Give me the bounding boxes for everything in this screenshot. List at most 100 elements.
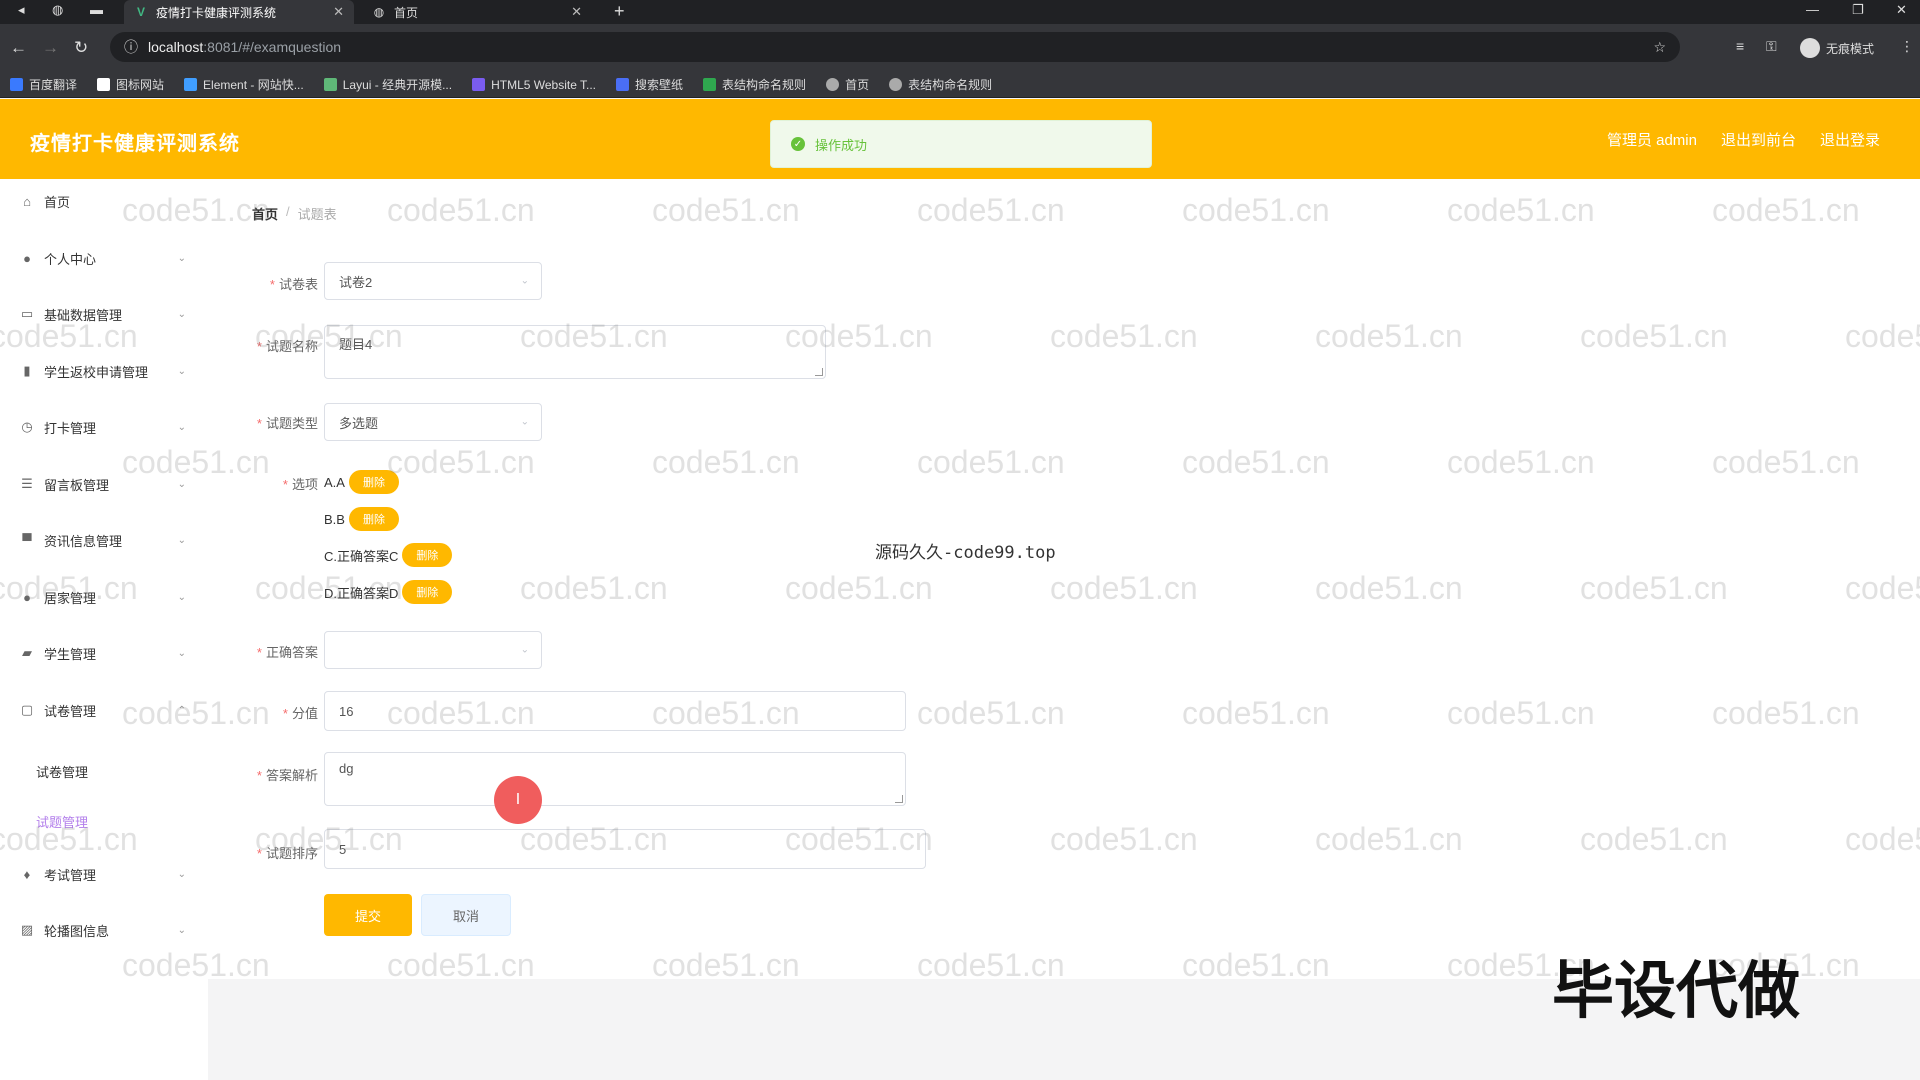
sidebar-item-papers[interactable]: ▢ 试卷管理 ⌃	[0, 688, 208, 732]
sidebar-item-return[interactable]: ▮ 学生返校申请管理 ⌄	[0, 349, 208, 393]
bookmark-item[interactable]: 百度翻译	[10, 76, 77, 93]
bookmark-label: 首页	[845, 78, 870, 92]
bookmark-item[interactable]: 表结构命名规则	[703, 76, 806, 93]
question-type-value: 多选题	[339, 415, 379, 431]
globe-icon[interactable]: ◍	[52, 2, 63, 18]
back-arrow-icon[interactable]: ←	[10, 38, 27, 58]
delete-option-button[interactable]: 删除	[402, 543, 453, 567]
bookmark-label: HTML5 Website T...	[491, 77, 597, 92]
globe-icon	[889, 78, 903, 91]
score-input[interactable]: 16	[324, 691, 906, 731]
chevron-down-icon: ⌄	[177, 868, 186, 880]
paper-select-value: 试卷2	[339, 274, 373, 290]
forward-arrow-icon[interactable]: →	[42, 38, 59, 58]
back-to-front-link[interactable]: 退出到前台	[1721, 129, 1796, 150]
sidebar-item-students[interactable]: ▰ 学生管理 ⌄	[0, 631, 208, 675]
admin-label: 管理员 admin	[1606, 132, 1697, 149]
option-row: A.A 删除	[324, 470, 399, 494]
close-window-icon[interactable]: ✕	[1896, 2, 1907, 18]
sort-input[interactable]: 5	[324, 829, 926, 869]
close-icon[interactable]: ✕	[571, 4, 582, 20]
html5-icon	[472, 78, 486, 91]
bookmark-label: 百度翻译	[29, 78, 78, 92]
reload-icon[interactable]: ↻	[74, 38, 88, 58]
paper-select[interactable]: 试卷2 ⌄	[324, 262, 542, 300]
breadcrumb-home[interactable]: 首页	[252, 204, 278, 223]
delete-option-button[interactable]: 删除	[348, 470, 399, 494]
vue-icon: V	[136, 5, 145, 19]
sidebar-item-messages[interactable]: ☰ 留言板管理 ⌄	[0, 462, 208, 506]
chevron-up-icon: ⌃	[177, 704, 186, 716]
option-text: A.A	[324, 474, 345, 490]
monitor-icon: ▀	[22, 532, 32, 548]
score-value: 16	[339, 703, 354, 719]
resize-handle[interactable]	[895, 795, 903, 803]
chevron-down-icon: ⌄	[177, 591, 186, 603]
submenu-paper-manage[interactable]: 试卷管理	[36, 762, 88, 781]
sidebar-item-label: 学生返校申请管理	[44, 364, 149, 380]
picture-icon: ▨	[20, 922, 34, 937]
sliders-icon: ☰	[21, 476, 33, 491]
tab-title: 疫情打卡健康评测系统	[156, 5, 277, 20]
close-icon[interactable]: ✕	[333, 4, 344, 20]
overlay-stamp: 毕设代做	[1552, 954, 1801, 1027]
layui-icon	[323, 78, 337, 91]
sidebar-item-basedata[interactable]: ▭ 基础数据管理 ⌄	[0, 292, 208, 336]
reading-list-icon[interactable]: ≡	[1736, 38, 1744, 54]
sidebar-item-label: 资讯信息管理	[44, 533, 123, 549]
chevron-down-icon: ⌄	[520, 644, 529, 656]
option-row: B.B 删除	[324, 507, 399, 531]
sidebar-item-label: 学生管理	[44, 646, 97, 662]
incognito-label: 无痕模式	[1826, 41, 1875, 56]
resize-handle[interactable]	[815, 368, 823, 376]
address-bar[interactable]: ⓘ localhost:8081/#/examquestion ☆	[110, 32, 1680, 62]
sidebar-item-exams[interactable]: ♦ 考试管理 ⌄	[0, 852, 208, 896]
bookmark-item[interactable]: Layui - 经典开源模...	[323, 76, 452, 93]
url-path: :8081/#/examquestion	[203, 39, 342, 55]
bookmark-label: Element - 网站快...	[203, 78, 304, 92]
bookmark-item[interactable]: 首页	[826, 76, 869, 93]
sidebar-item-checkin[interactable]: ◷ 打卡管理 ⌄	[0, 405, 208, 449]
sidebar-item-label: 考试管理	[44, 867, 97, 883]
bookmark-item[interactable]: 图标网站	[97, 76, 164, 93]
sidebar-item-home[interactable]: ⌂ 首页	[0, 179, 208, 223]
chevron-down-icon: ⌄	[520, 416, 529, 428]
tab-inactive[interactable]: ◍ 首页 ✕	[362, 0, 592, 24]
sidebar-item-label: 留言板管理	[44, 477, 110, 493]
back-media-icon[interactable]: ◂	[18, 2, 25, 18]
key-icon[interactable]: ⚿	[1766, 38, 1777, 55]
logout-link[interactable]: 退出登录	[1820, 129, 1880, 150]
app-title: 疫情打卡健康评测系统	[30, 133, 240, 155]
bookmark-item[interactable]: 搜索壁纸	[616, 76, 683, 93]
toast-message: 操作成功	[815, 137, 868, 153]
new-tab-button[interactable]: +	[614, 1, 625, 22]
sidebar-item-news[interactable]: ▀ 资讯信息管理 ⌄	[0, 518, 208, 562]
sidebar-item-home-stay[interactable]: ● 居家管理 ⌄	[0, 575, 208, 619]
restore-icon[interactable]: ❐	[1852, 2, 1864, 18]
sheet-icon	[703, 78, 717, 91]
star-icon[interactable]: ☆	[1653, 39, 1666, 56]
more-icon[interactable]: ⋮	[1900, 38, 1914, 55]
sidebar-item-carousel[interactable]: ▨ 轮播图信息 ⌄	[0, 908, 208, 952]
breadcrumb-separator: /	[286, 204, 290, 219]
correct-answer-select[interactable]: ⌄	[324, 631, 542, 669]
bookmark-item[interactable]: 表结构命名规则	[889, 76, 992, 93]
delete-option-button[interactable]: 删除	[402, 580, 453, 604]
person-icon: ●	[23, 589, 31, 605]
incognito-indicator[interactable]: 无痕模式	[1800, 38, 1874, 58]
minimize-icon[interactable]: —	[1806, 2, 1819, 17]
submenu-question-manage[interactable]: 试题管理	[36, 812, 88, 831]
bookmark-item[interactable]: HTML5 Website T...	[472, 78, 596, 92]
tab-active[interactable]: V 疫情打卡健康评测系统 ✕	[124, 0, 354, 24]
question-name-textarea[interactable]: 题目4	[324, 325, 826, 379]
question-name-value: 题目4	[339, 337, 373, 352]
delete-option-button[interactable]: 删除	[348, 507, 399, 531]
cancel-button[interactable]: 取消	[421, 894, 511, 936]
question-type-select[interactable]: 多选题 ⌄	[324, 403, 542, 441]
window-icon[interactable]: ▬	[90, 2, 103, 17]
analysis-textarea[interactable]: dg	[324, 752, 906, 806]
bookmarks-bar: 百度翻译 图标网站 Element - 网站快... Layui - 经典开源模…	[0, 72, 1920, 98]
bookmark-item[interactable]: Element - 网站快...	[184, 76, 304, 93]
sidebar-item-profile[interactable]: ● 个人中心 ⌄	[0, 236, 208, 280]
submit-button[interactable]: 提交	[324, 894, 412, 936]
